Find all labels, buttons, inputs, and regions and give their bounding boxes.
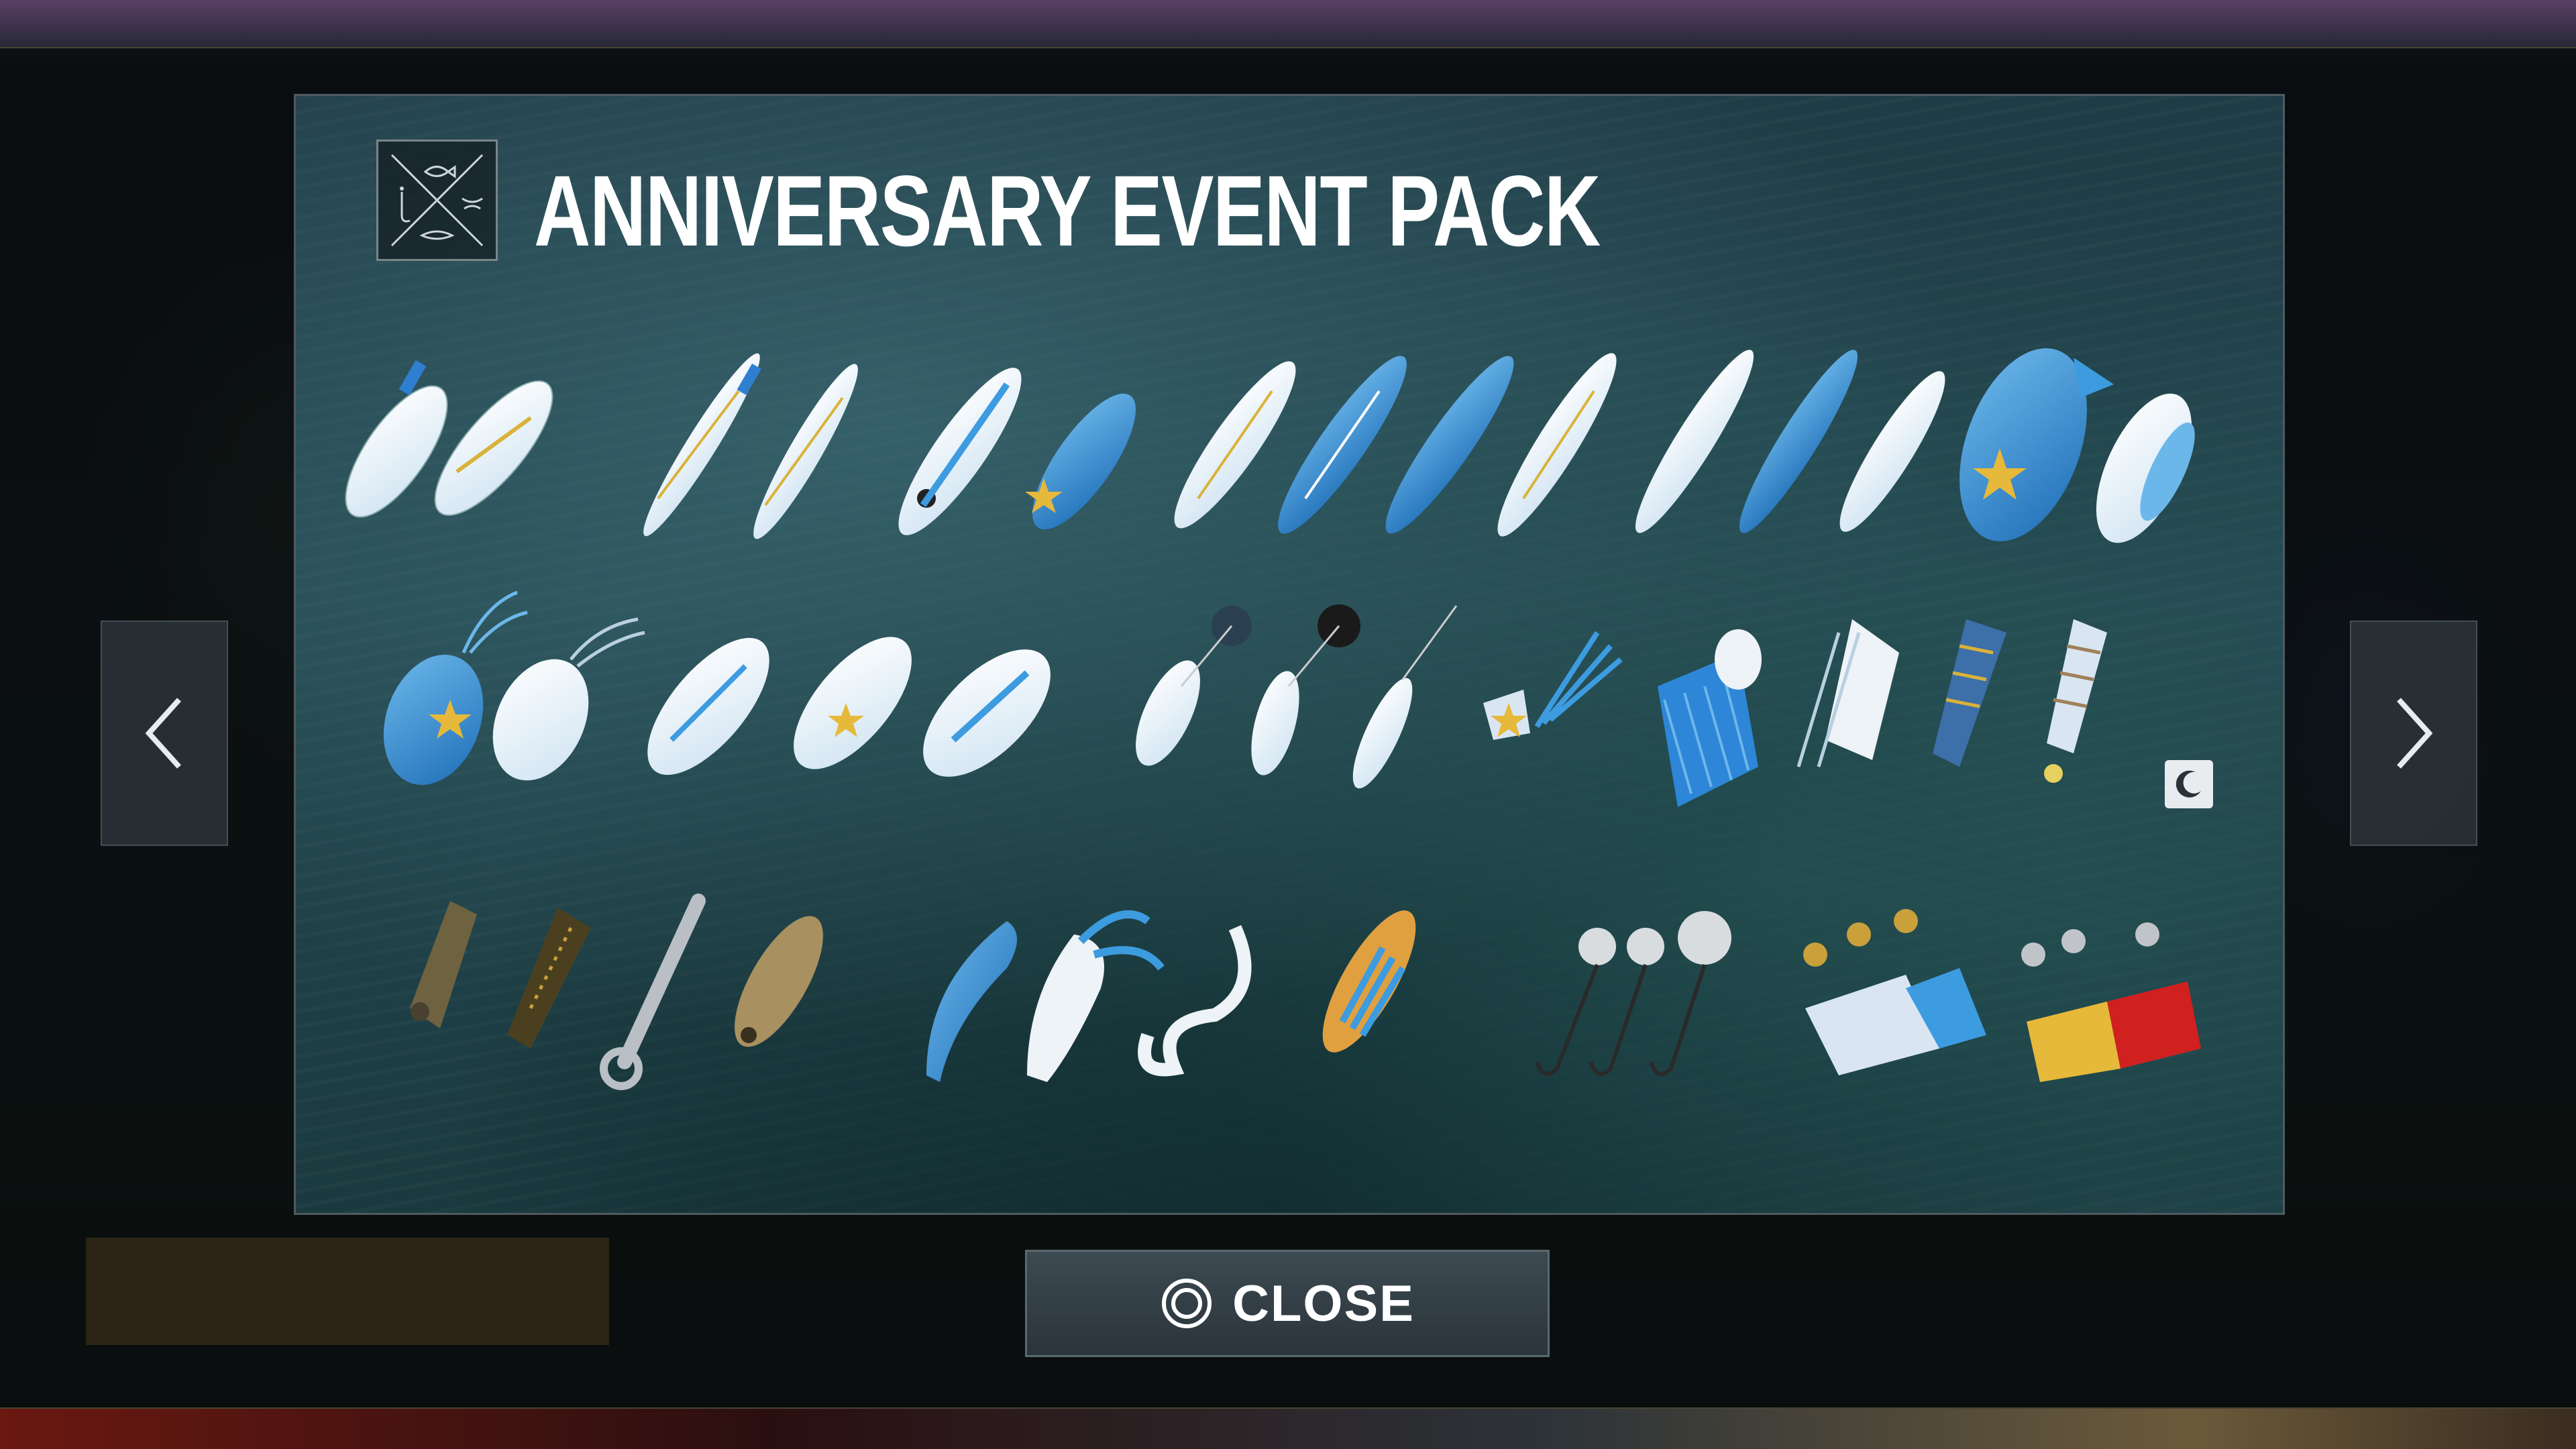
bronze-lure [735, 916, 823, 1047]
next-button[interactable] [2350, 621, 2477, 846]
jig-lure [1658, 629, 1762, 807]
bronze-lure [507, 908, 591, 1049]
crankbait-lure [794, 637, 912, 769]
soft-plastic-lure [926, 921, 1017, 1082]
event-pack-modal: ANNIVERSARY EVENT PACK [294, 94, 2285, 1215]
soft-plastic-lure [1138, 924, 1252, 1077]
chevron-left-icon [145, 698, 181, 769]
bronze-lure [410, 901, 477, 1028]
buzzbait-lure [1483, 631, 1623, 740]
swimbait-lure [1960, 348, 2114, 541]
jig-lure [2044, 619, 2107, 783]
crankbait-lure [2096, 393, 2195, 543]
previous-button[interactable] [101, 621, 228, 846]
jig-lure [1796, 619, 1899, 767]
moon-icon [2165, 760, 2213, 808]
background-floor [0, 1409, 2576, 1449]
spinner-lure [1352, 605, 1458, 789]
soft-plastic-lure [1322, 910, 1416, 1053]
jerkbait-lure [643, 353, 761, 537]
circle-button-icon [1162, 1279, 1212, 1328]
close-button-label: CLOSE [1232, 1275, 1415, 1332]
background-travel-button [86, 1238, 609, 1345]
weight-set [1803, 909, 1986, 1075]
crankbait-lure [647, 637, 769, 775]
weight-set [2021, 922, 2201, 1082]
jig-lure [1933, 619, 2006, 767]
minnow-lure [898, 368, 1022, 535]
frog-lure [492, 617, 645, 781]
close-button[interactable]: CLOSE [1025, 1250, 1550, 1357]
jighead-lure [1535, 911, 1731, 1076]
spinner-lure [1136, 606, 1252, 766]
wrench-lure [600, 894, 706, 1090]
lure-artwork [345, 348, 2201, 1090]
jerkbait-lure [753, 364, 858, 539]
spinner-lure [1251, 604, 1360, 775]
crankbait-lure [923, 649, 1051, 777]
minnow-lure [1025, 393, 1136, 530]
chevron-right-icon [2397, 698, 2433, 769]
